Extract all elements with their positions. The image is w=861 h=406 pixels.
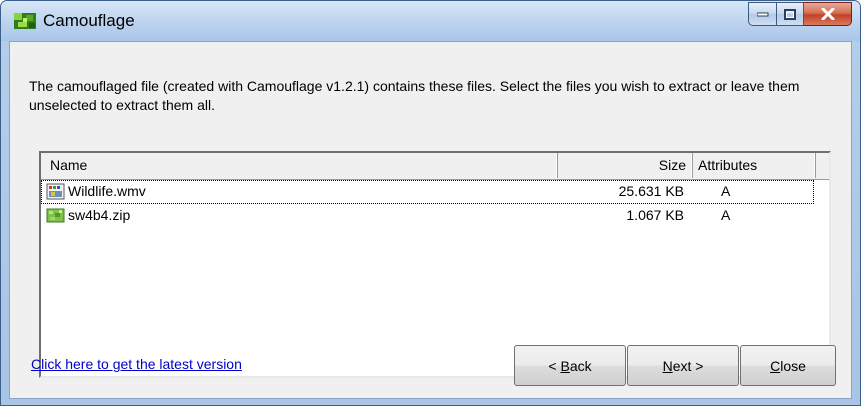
column-header-attributes[interactable]: Attributes xyxy=(693,153,816,178)
dialog-body: The camouflaged file (created with Camou… xyxy=(9,41,852,399)
next-mnemonic: N xyxy=(662,357,673,374)
file-attributes: A xyxy=(721,207,731,223)
back-mnemonic: B xyxy=(560,357,570,374)
maximize-icon xyxy=(784,8,796,20)
file-name: sw4b4.zip xyxy=(68,207,131,223)
close-window-button[interactable] xyxy=(804,2,852,26)
next-rest: ext > xyxy=(672,357,704,374)
file-name: Wildlife.wmv xyxy=(68,183,146,199)
back-prefix: < xyxy=(548,357,561,374)
window-title: Camouflage xyxy=(43,11,135,30)
close-button[interactable]: Close xyxy=(740,345,836,386)
file-size: 1.067 KB xyxy=(626,207,684,223)
close-mnemonic: C xyxy=(770,357,781,374)
back-button[interactable]: < Back xyxy=(514,345,626,386)
maximize-button[interactable] xyxy=(777,2,804,26)
zip-file-icon xyxy=(46,208,65,223)
title-bar[interactable]: Camouflage xyxy=(1,1,860,41)
column-header-filler xyxy=(816,153,829,178)
close-rest: lose xyxy=(780,357,806,374)
latest-version-link[interactable]: Click here to get the latest version xyxy=(31,356,242,372)
column-header-size[interactable]: Size xyxy=(558,153,693,178)
table-row[interactable]: Wildlife.wmv 25.631 KB A xyxy=(41,180,814,204)
table-row[interactable]: sw4b4.zip 1.067 KB A xyxy=(41,204,814,228)
next-button[interactable]: Next > xyxy=(627,345,739,386)
minimize-icon xyxy=(756,12,768,17)
camouflage-app-icon xyxy=(14,13,36,29)
file-size: 25.631 KB xyxy=(618,183,684,199)
video-file-icon xyxy=(46,183,65,200)
column-header-name[interactable]: Name xyxy=(41,153,558,178)
file-list[interactable]: Name Size Attributes Wildlife.wmv 25.631… xyxy=(39,151,831,378)
caption-buttons xyxy=(748,2,852,27)
close-icon xyxy=(821,8,834,20)
intro-text: The camouflaged file (created with Camou… xyxy=(29,78,800,113)
list-header: Name Size Attributes xyxy=(41,153,829,180)
minimize-button[interactable] xyxy=(748,2,777,26)
back-rest: ack xyxy=(569,357,592,374)
camouflage-window: Camouflage The camouflaged file (created… xyxy=(0,0,861,406)
file-attributes: A xyxy=(721,183,731,199)
